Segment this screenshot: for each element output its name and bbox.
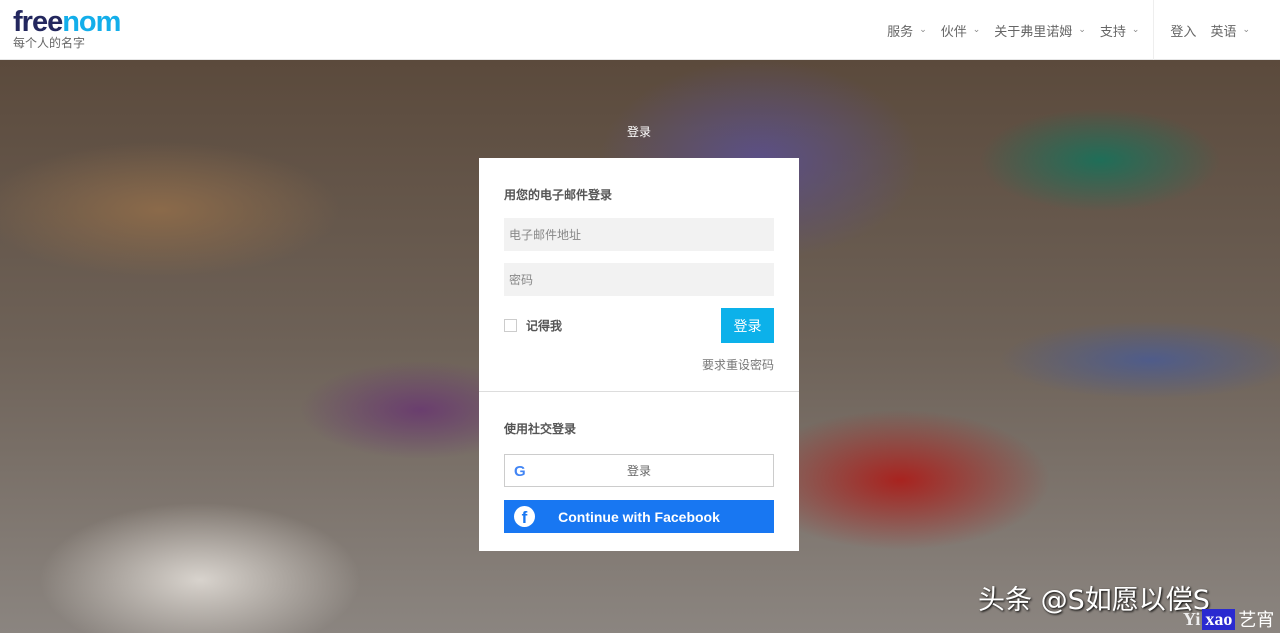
chevron-down-icon: ⌄	[1242, 25, 1250, 35]
nav-label: 服务	[887, 24, 914, 40]
forgot-password-link[interactable]: 要求重设密码	[504, 356, 774, 373]
watermark-xao: xao	[1202, 608, 1236, 630]
facebook-login-button[interactable]: f Continue with Facebook	[504, 500, 774, 533]
freenom-logo[interactable]: freenom 每个人的名字	[13, 8, 121, 51]
chevron-down-icon: ⌄	[972, 25, 981, 35]
remember-me-checkbox[interactable]	[504, 319, 517, 332]
nav-support[interactable]: 支持 ⌄	[1100, 21, 1140, 40]
nav-divider	[1153, 0, 1155, 60]
remember-me[interactable]: 记得我	[504, 317, 562, 334]
nav-label: 支持	[1099, 24, 1126, 40]
email-login-heading: 用您的电子邮件登录	[504, 188, 613, 202]
password-input[interactable]	[504, 263, 774, 296]
nav-partners[interactable]: 伙伴 ⌄	[941, 21, 981, 40]
login-card: 用您的电子邮件登录 记得我 登录 要求重设密码 使用社交登录 G 登录 f Cont…	[479, 158, 799, 551]
chevron-down-icon: ⌄	[1131, 25, 1140, 35]
divider	[479, 391, 799, 392]
email-input[interactable]	[504, 218, 774, 251]
nav-login[interactable]: 登入	[1170, 21, 1196, 40]
nav-about[interactable]: 关于弗里诺姆 ⌄	[994, 21, 1086, 40]
header: freenom 每个人的名字 服务 ⌄ 伙伴 ⌄ 关于弗里诺姆 ⌄ 支持 ⌄ 登入 英语…	[0, 0, 1280, 60]
facebook-icon: f	[514, 506, 535, 527]
main-nav: 服务 ⌄ 伙伴 ⌄ 关于弗里诺姆 ⌄ 支持 ⌄ 登入 英语 ⌄	[887, 0, 1280, 60]
watermark-yi: Yi	[1183, 608, 1201, 629]
watermark-brand: Yi xao 艺宵	[1183, 606, 1274, 632]
nav-label: 伙伴	[940, 24, 967, 40]
login-button[interactable]: 登录	[721, 308, 774, 343]
page-title: 登录	[627, 125, 652, 139]
chevron-down-icon: ⌄	[1078, 25, 1086, 35]
remember-me-label: 记得我	[526, 319, 563, 333]
google-icon: G	[514, 463, 526, 480]
watermark-text: 头条 @S如愿以偿S	[978, 585, 1210, 616]
nav-label: 英语	[1210, 24, 1237, 40]
google-login-button[interactable]: G 登录	[504, 454, 774, 487]
facebook-login-label: Continue with Facebook	[558, 508, 720, 525]
nav-label: 关于弗里诺姆	[994, 24, 1073, 40]
chevron-down-icon: ⌄	[919, 25, 927, 35]
watermark-cn: 艺宵	[1238, 610, 1275, 631]
social-login-heading: 使用社交登录	[504, 422, 577, 436]
language-selector[interactable]: 英语 ⌄	[1210, 21, 1250, 40]
google-login-label: 登录	[626, 464, 651, 478]
nav-services[interactable]: 服务 ⌄	[887, 21, 927, 40]
nav-label: 登入	[1170, 24, 1197, 40]
